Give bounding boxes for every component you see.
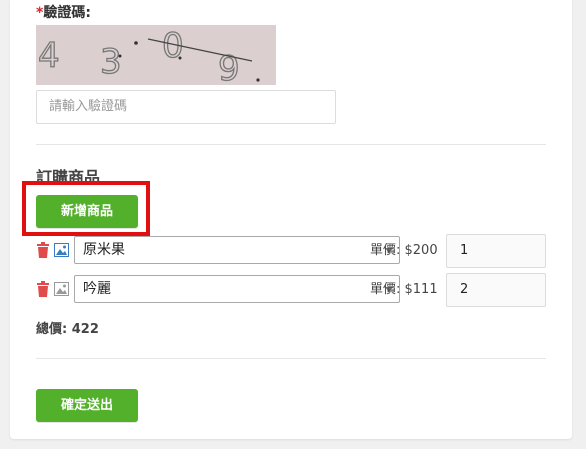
captcha-label-text: 驗證碼: xyxy=(43,5,91,21)
unit-price: 單價: $111 xyxy=(370,282,438,297)
divider xyxy=(36,144,546,145)
quantity-input[interactable]: 2 xyxy=(446,273,546,307)
add-product-button[interactable]: 新增商品 xyxy=(36,195,138,228)
product-select[interactable]: 吟麗 xyxy=(74,275,400,303)
svg-text:4: 4 xyxy=(38,36,60,76)
trash-icon[interactable] xyxy=(36,242,50,258)
svg-text:3: 3 xyxy=(100,42,122,82)
captcha-label: *驗證碼: xyxy=(36,2,91,22)
order-item-row: 原米果 單價: $200 1 xyxy=(36,234,546,268)
unit-price: 單價: $200 xyxy=(370,243,438,258)
submit-button[interactable]: 確定送出 xyxy=(36,389,138,422)
order-item-row: 吟麗 單價: $111 2 xyxy=(36,273,546,307)
image-icon[interactable] xyxy=(54,242,69,257)
total-price: 總價: 422 xyxy=(36,322,99,337)
quantity-input[interactable]: 1 xyxy=(446,234,546,268)
product-select-value: 原米果 xyxy=(83,242,125,258)
trash-icon[interactable] xyxy=(36,281,50,297)
captcha-input[interactable]: 請輸入驗證碼 xyxy=(36,90,336,124)
divider xyxy=(36,358,546,359)
product-select-value: 吟麗 xyxy=(83,281,111,297)
image-icon[interactable] xyxy=(54,281,69,296)
captcha-image: 4 3 0 9 xyxy=(36,25,276,90)
product-select[interactable]: 原米果 xyxy=(74,236,400,264)
